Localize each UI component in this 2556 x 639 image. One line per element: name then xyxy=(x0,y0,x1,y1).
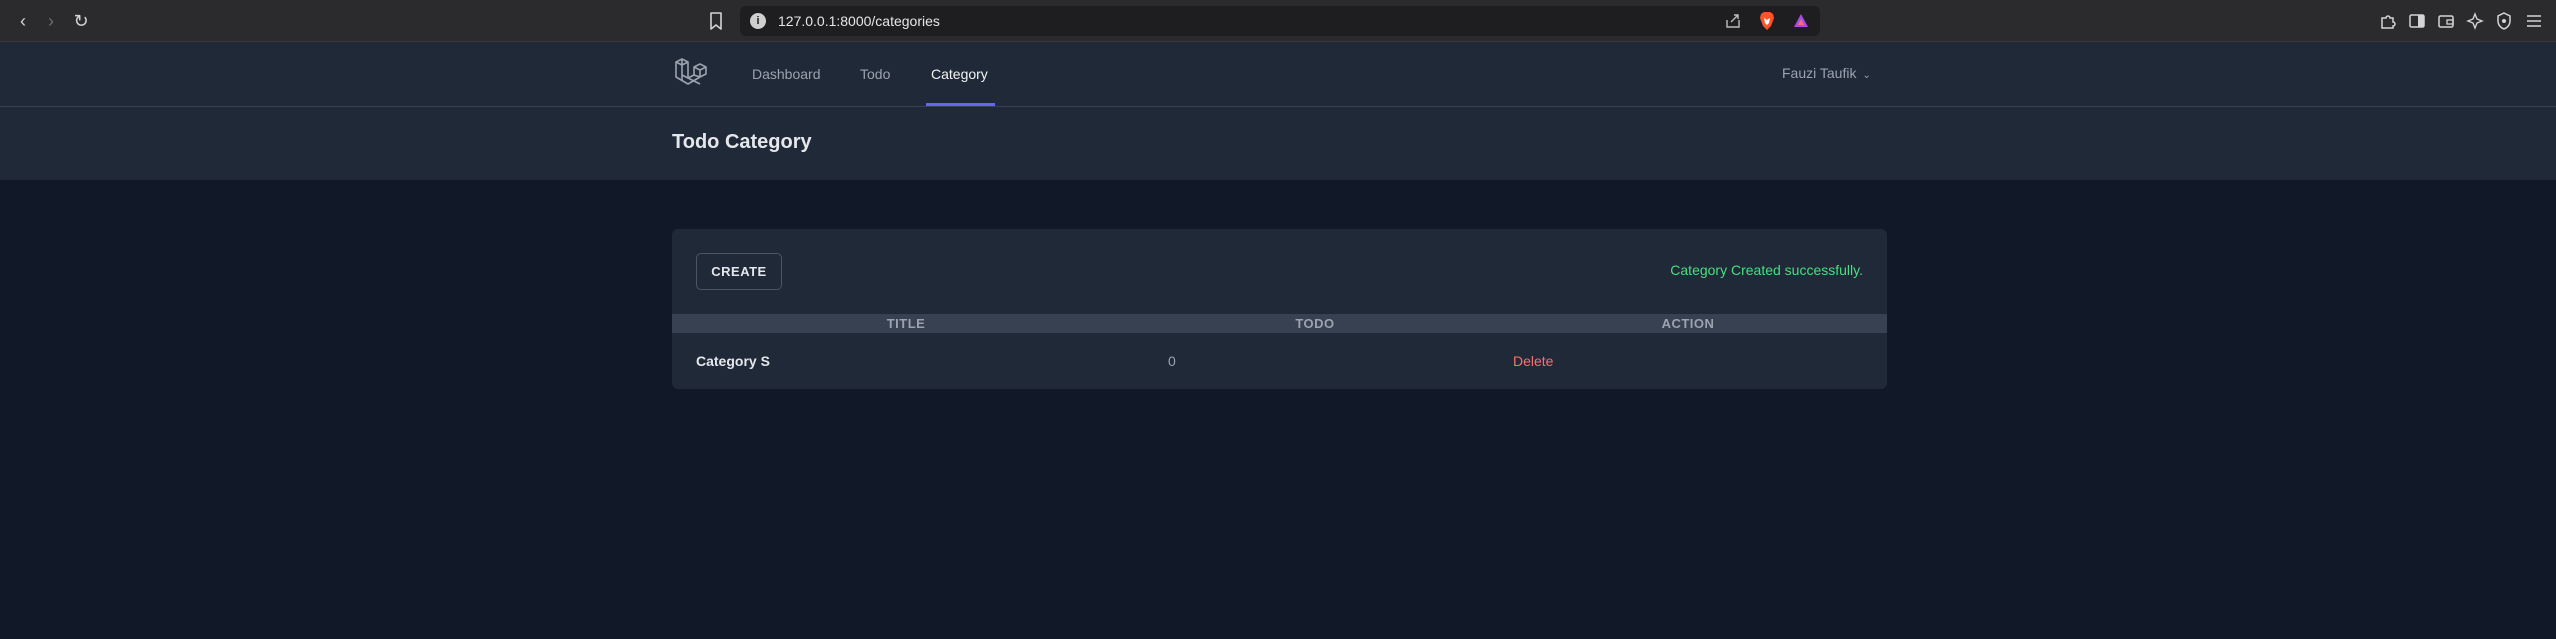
brave-rewards-icon[interactable] xyxy=(1792,12,1810,30)
bookmark-icon[interactable] xyxy=(707,10,725,32)
url-text[interactable]: 127.0.0.1:8000/categories xyxy=(778,13,940,29)
category-card: CREATE Category Created successfully. TI… xyxy=(672,229,1887,389)
vpn-shield-icon[interactable] xyxy=(2494,11,2514,31)
success-message: Category Created successfully. xyxy=(1670,262,1863,278)
menu-icon[interactable] xyxy=(2524,11,2544,31)
page-header: Todo Category xyxy=(0,107,2556,180)
site-info-icon[interactable]: i xyxy=(750,13,766,29)
column-header-action: ACTION xyxy=(1661,316,1715,331)
wallet-icon[interactable] xyxy=(2436,11,2456,31)
address-bar[interactable]: i 127.0.0.1:8000/categories xyxy=(740,6,1820,36)
active-tab-indicator xyxy=(926,103,995,106)
table-row: Category S 0 Delete xyxy=(672,333,1887,389)
app-navbar: Dashboard Todo Category Fauzi Taufik ⌄ xyxy=(0,42,2556,107)
back-button[interactable]: ‹ xyxy=(12,10,34,32)
nav-link-dashboard[interactable]: Dashboard xyxy=(752,66,821,82)
reload-button[interactable]: ↻ xyxy=(70,10,92,32)
brave-shields-icon[interactable] xyxy=(1758,11,1776,31)
laravel-logo-icon[interactable] xyxy=(672,56,708,92)
nav-link-todo[interactable]: Todo xyxy=(860,66,890,82)
chevron-down-icon[interactable]: ⌄ xyxy=(1862,70,1870,81)
sidebar-icon[interactable] xyxy=(2407,11,2427,31)
user-name[interactable]: Fauzi Taufik xyxy=(1782,65,1856,81)
extensions-icon[interactable] xyxy=(2378,11,2398,31)
user-menu[interactable]: Fauzi Taufik ⌄ xyxy=(1782,65,1871,81)
nav-link-category[interactable]: Category xyxy=(931,66,988,82)
column-header-title: TITLE xyxy=(886,316,926,331)
share-icon[interactable] xyxy=(1724,12,1742,30)
browser-toolbar: ‹ › ↻ i 127.0.0.1:8000/categories xyxy=(0,0,2556,42)
create-button[interactable]: CREATE xyxy=(696,253,782,290)
forward-button[interactable]: › xyxy=(40,10,62,32)
column-header-todo: TODO xyxy=(1295,316,1335,331)
category-title: Category S xyxy=(696,353,770,369)
delete-link[interactable]: Delete xyxy=(1513,353,1553,369)
table-header: TITLE TODO ACTION xyxy=(672,314,1887,333)
todo-count: 0 xyxy=(1168,353,1176,369)
page-title: Todo Category xyxy=(672,131,812,153)
leo-ai-icon[interactable] xyxy=(2465,11,2485,31)
